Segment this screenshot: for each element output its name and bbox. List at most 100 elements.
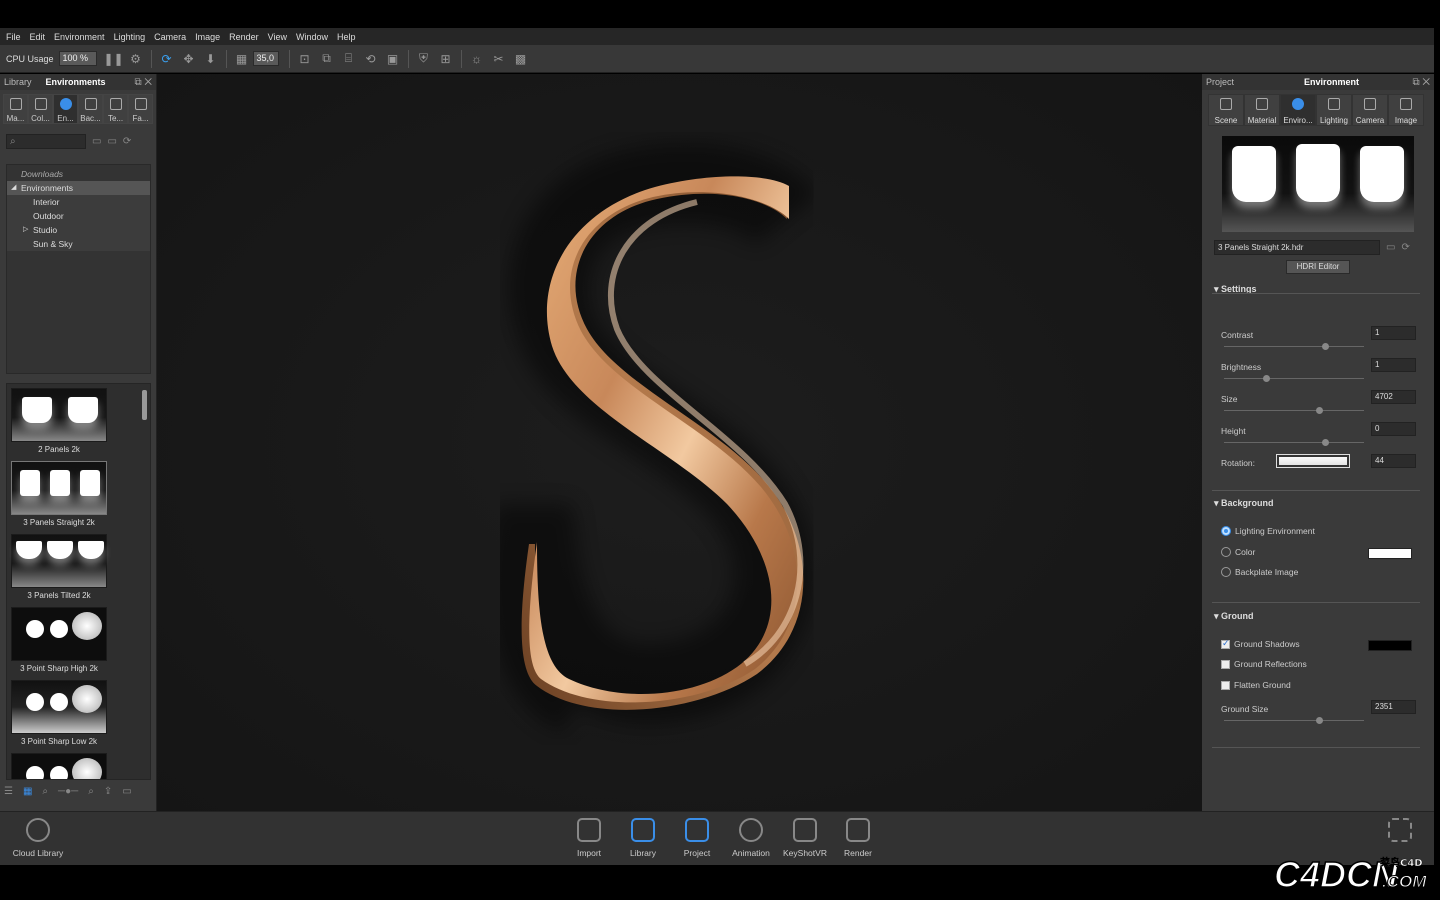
- ground-size-slider[interactable]: [1224, 720, 1364, 721]
- height-slider[interactable]: [1224, 442, 1364, 443]
- snapshot-icon[interactable]: ▣: [385, 51, 401, 67]
- checkbox[interactable]: [1221, 659, 1230, 669]
- zoom-fit-icon[interactable]: ⊡: [297, 51, 313, 67]
- menu-window[interactable]: Window: [296, 32, 328, 42]
- thumbnail-3-panels-tilted[interactable]: 3 Panels Tilted 2k: [10, 534, 108, 603]
- list-view-icon[interactable]: ☰: [4, 786, 13, 797]
- tree-item-sun-sky[interactable]: Sun & Sky: [7, 237, 150, 251]
- folder-icon[interactable]: ▭: [92, 136, 101, 147]
- ground-reflections-option[interactable]: Ground Reflections: [1221, 657, 1307, 671]
- panel-close-icon[interactable]: ⧉ ✕: [1412, 77, 1430, 88]
- tab-material[interactable]: Material: [1244, 94, 1280, 126]
- checkbox[interactable]: [1221, 680, 1230, 690]
- project-title[interactable]: Project: [1206, 77, 1234, 87]
- contrast-slider-knob[interactable]: [1321, 343, 1329, 350]
- size-slider[interactable]: [1224, 410, 1364, 411]
- refresh-icon[interactable]: ⟳: [1401, 242, 1409, 253]
- folder-add-icon[interactable]: ▭: [107, 136, 116, 147]
- tab-lighting[interactable]: Lighting: [1316, 94, 1352, 126]
- settings-icon[interactable]: ⚙: [128, 51, 144, 67]
- region-icon[interactable]: ⊞: [438, 51, 454, 67]
- tab-scene[interactable]: Scene: [1208, 94, 1244, 126]
- zoom-in-icon[interactable]: ⌕: [88, 786, 94, 797]
- tree-item-interior[interactable]: Interior: [7, 195, 150, 209]
- tab-textures[interactable]: Te...: [103, 94, 128, 124]
- tab-image[interactable]: Image: [1388, 94, 1424, 126]
- thumbnail-size-slider[interactable]: ─●─: [58, 786, 78, 797]
- shadow-color-swatch[interactable]: [1368, 640, 1412, 651]
- hdr-file-field[interactable]: 3 Panels Straight 2k.hdr: [1214, 240, 1380, 255]
- hdri-preview[interactable]: [1222, 136, 1414, 232]
- height-slider-knob[interactable]: [1321, 439, 1329, 446]
- copy-icon[interactable]: ⧉: [319, 51, 335, 67]
- background-section-title[interactable]: ▾ Background: [1214, 498, 1274, 510]
- tab-environments[interactable]: En...: [53, 94, 78, 124]
- menu-camera[interactable]: Camera: [154, 32, 186, 42]
- hdri-editor-button[interactable]: HDRI Editor: [1286, 260, 1350, 274]
- library-title[interactable]: Library: [4, 77, 32, 87]
- image-icon[interactable]: ▩: [513, 51, 529, 67]
- fov-field[interactable]: 35,0: [252, 51, 279, 66]
- checkbox[interactable]: [1221, 638, 1230, 649]
- radio-button[interactable]: [1221, 547, 1231, 557]
- library-button[interactable]: Library: [616, 818, 670, 858]
- reset-icon[interactable]: ⟲: [363, 51, 379, 67]
- tree-item-downloads[interactable]: Downloads: [7, 167, 150, 181]
- contrast-slider[interactable]: [1224, 346, 1364, 347]
- menu-render[interactable]: Render: [229, 32, 259, 42]
- tab-favorites[interactable]: Fa...: [128, 94, 153, 124]
- height-field[interactable]: 0: [1371, 422, 1416, 436]
- menu-environment[interactable]: Environment: [54, 32, 105, 42]
- move-icon[interactable]: ✥: [181, 51, 197, 67]
- menu-help[interactable]: Help: [337, 32, 356, 42]
- ground-shadows-option[interactable]: Ground Shadows: [1221, 637, 1300, 651]
- ground-section-title[interactable]: ▾ Ground: [1214, 611, 1254, 623]
- folder-icon[interactable]: ▭: [122, 786, 131, 797]
- expand-viewport-button[interactable]: [1378, 818, 1422, 848]
- tree-item-environments[interactable]: ◢ Environments: [7, 181, 150, 195]
- pause-icon[interactable]: ❚❚: [103, 51, 123, 67]
- camera-icon[interactable]: ⌸: [341, 51, 357, 67]
- background-color-swatch[interactable]: [1368, 548, 1412, 559]
- light-icon[interactable]: ☼: [469, 51, 485, 67]
- tree-item-studio[interactable]: ▷ Studio: [7, 223, 150, 237]
- thumbnail-3-point-sharp-low[interactable]: 3 Point Sharp Low 2k: [10, 680, 108, 749]
- background-option-color[interactable]: Color: [1221, 545, 1255, 559]
- tree-item-outdoor[interactable]: Outdoor: [7, 209, 150, 223]
- tab-camera[interactable]: Camera: [1352, 94, 1388, 126]
- panel-close-icon[interactable]: ⧉ ✕: [134, 77, 152, 88]
- brightness-slider[interactable]: [1224, 378, 1364, 379]
- cloud-library-button[interactable]: Cloud Library: [11, 818, 65, 858]
- menu-lighting[interactable]: Lighting: [114, 32, 146, 42]
- rotation-field[interactable]: 44: [1371, 454, 1416, 468]
- background-option-backplate[interactable]: Backplate Image: [1221, 565, 1298, 579]
- import-button[interactable]: Import: [562, 818, 616, 858]
- flatten-ground-option[interactable]: Flatten Ground: [1221, 678, 1291, 692]
- zoom-out-icon[interactable]: ⌕: [42, 786, 48, 797]
- dolly-icon[interactable]: ⬇: [203, 51, 219, 67]
- cpu-usage-field[interactable]: 100 %: [58, 51, 97, 66]
- render-button[interactable]: Render: [831, 818, 885, 858]
- upload-icon[interactable]: ⇪: [104, 786, 112, 797]
- tab-materials[interactable]: Ma...: [3, 94, 28, 124]
- thumbnail-3-point-sharp-high[interactable]: 3 Point Sharp High 2k: [10, 607, 108, 676]
- brightness-field[interactable]: 1: [1371, 358, 1416, 372]
- size-slider-knob[interactable]: [1316, 407, 1324, 414]
- ground-size-field[interactable]: 2351: [1371, 700, 1416, 714]
- refresh-icon[interactable]: ⟳: [123, 136, 131, 147]
- tab-colors[interactable]: Col...: [28, 94, 53, 124]
- brightness-slider-knob[interactable]: [1263, 375, 1270, 382]
- settings-section-title[interactable]: ▾ Settings: [1214, 284, 1434, 296]
- grid-view-icon[interactable]: ▦: [23, 786, 32, 797]
- menu-view[interactable]: View: [268, 32, 287, 42]
- menu-edit[interactable]: Edit: [30, 32, 46, 42]
- rotate-icon[interactable]: ⟳: [159, 51, 175, 67]
- keyshotvr-button[interactable]: KeyShotVR: [778, 818, 832, 858]
- scrollbar[interactable]: [142, 390, 147, 420]
- render-viewport[interactable]: [157, 74, 1202, 811]
- folder-icon[interactable]: ▭: [1386, 242, 1395, 253]
- radio-button[interactable]: [1221, 526, 1231, 536]
- background-option-lighting[interactable]: Lighting Environment: [1221, 524, 1315, 538]
- contrast-field[interactable]: 1: [1371, 326, 1416, 340]
- animation-button[interactable]: Animation: [724, 818, 778, 858]
